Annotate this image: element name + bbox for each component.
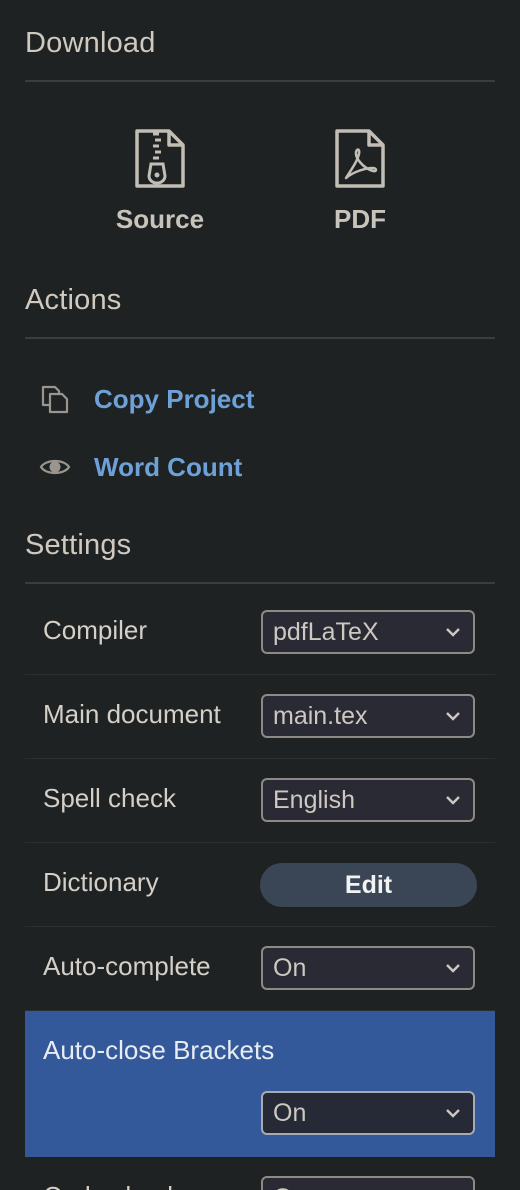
download-pdf-button[interactable]: PDF xyxy=(290,128,430,244)
code-check-select[interactable]: On xyxy=(261,1176,475,1190)
copy-project-button[interactable]: Copy Project xyxy=(38,377,254,421)
spell-check-label: Spell check xyxy=(43,783,176,813)
compiler-value: pdfLaTeX xyxy=(273,618,379,646)
zip-file-icon xyxy=(133,128,187,190)
setting-row-auto-complete: Auto-complete On xyxy=(25,927,495,1011)
pdf-file-icon xyxy=(333,128,387,190)
compiler-select[interactable]: pdfLaTeX xyxy=(261,610,475,654)
auto-close-brackets-select[interactable]: On xyxy=(261,1091,475,1135)
auto-complete-select[interactable]: On xyxy=(261,946,475,990)
setting-row-dictionary: Dictionary Edit xyxy=(25,843,495,927)
spell-check-value: English xyxy=(273,786,355,814)
chevron-down-icon xyxy=(446,1109,460,1118)
divider xyxy=(25,337,495,339)
word-count-button[interactable]: Word Count xyxy=(38,445,242,489)
chevron-down-icon xyxy=(446,712,460,721)
main-document-value: main.tex xyxy=(273,702,368,730)
download-source-button[interactable]: Source xyxy=(90,128,230,244)
copy-icon xyxy=(38,382,72,416)
eye-icon xyxy=(38,450,72,484)
setting-row-code-check: Code check On xyxy=(25,1157,495,1190)
download-section-title: Download xyxy=(25,27,156,59)
setting-row-main-document: Main document main.tex xyxy=(25,675,495,759)
download-source-label: Source xyxy=(115,204,205,234)
auto-complete-value: On xyxy=(273,954,307,982)
settings-section-title: Settings xyxy=(25,529,132,561)
dictionary-edit-button[interactable]: Edit xyxy=(260,863,477,907)
actions-section-title: Actions xyxy=(25,284,122,316)
auto-close-brackets-value: On xyxy=(273,1099,307,1127)
chevron-down-icon xyxy=(446,796,460,805)
auto-close-brackets-label: Auto-close Brackets xyxy=(43,1035,275,1065)
code-check-label: Code check xyxy=(43,1181,180,1190)
main-document-select[interactable]: main.tex xyxy=(261,694,475,738)
dictionary-label: Dictionary xyxy=(43,867,159,897)
download-pdf-label: PDF xyxy=(334,204,386,234)
left-menu-panel: Download Source PDF Actions Copy Project… xyxy=(0,0,520,1190)
divider xyxy=(25,80,495,82)
copy-project-label: Copy Project xyxy=(94,383,255,414)
chevron-down-icon xyxy=(446,628,460,637)
setting-row-spell-check: Spell check English xyxy=(25,759,495,843)
auto-complete-label: Auto-complete xyxy=(43,951,211,981)
word-count-label: Word Count xyxy=(94,451,243,482)
divider xyxy=(25,582,495,584)
main-document-label: Main document xyxy=(43,699,221,729)
compiler-label: Compiler xyxy=(43,615,148,645)
spell-check-select[interactable]: English xyxy=(261,778,475,822)
code-check-value: On xyxy=(273,1184,306,1190)
chevron-down-icon xyxy=(446,964,460,973)
setting-row-compiler: Compiler pdfLaTeX xyxy=(25,591,495,675)
setting-row-auto-close-brackets: Auto-close Brackets On xyxy=(25,1011,495,1157)
